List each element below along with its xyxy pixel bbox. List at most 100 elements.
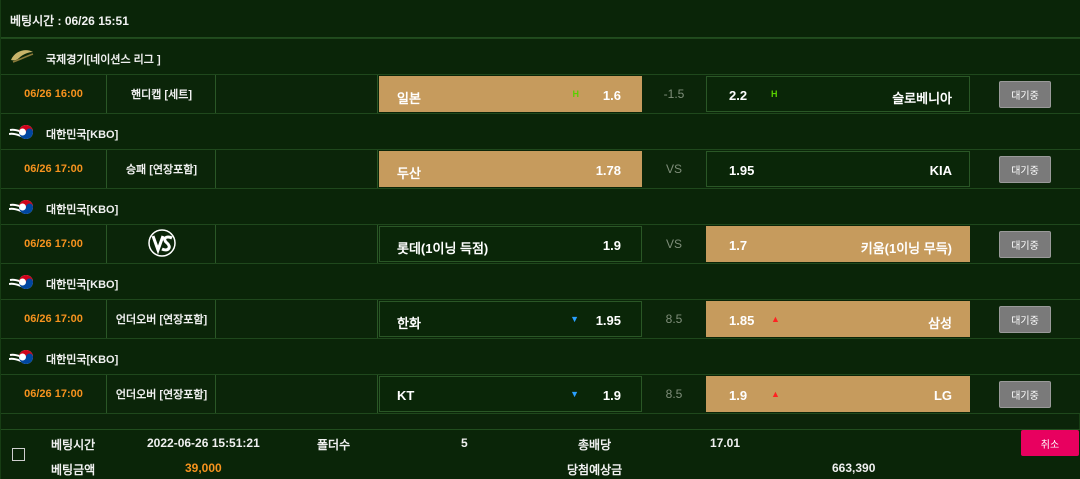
league-header: 대한민국[KBO] xyxy=(1,188,1080,225)
expected-win-value: 663,390 xyxy=(832,461,876,475)
away-odds: 1.95 xyxy=(729,163,755,178)
vs-icon xyxy=(146,228,178,261)
spacer-cell xyxy=(217,75,378,113)
game-time: 06/26 17:00 xyxy=(1,300,107,338)
volleyball-icon xyxy=(9,46,35,68)
bet-type-cell: 승패 [연장포함] xyxy=(108,150,216,188)
handicap-value: -1.5 xyxy=(663,87,685,101)
total-odds-value: 17.01 xyxy=(710,436,741,450)
folders-label: 폴더수 xyxy=(317,438,351,452)
away-team-pick[interactable]: 1.7 키움(1이닝 무득) xyxy=(706,226,970,262)
away-team-pick[interactable]: 1.9 ▲ LG xyxy=(706,376,970,412)
home-team-pick[interactable]: KT ▼ 1.9 xyxy=(379,376,642,412)
arrow-down-icon: ▼ xyxy=(570,314,579,324)
home-team-pick[interactable]: 일본 H 1.6 xyxy=(379,76,642,112)
away-team-pick[interactable]: 2.2 H 슬로베니아 xyxy=(706,76,970,112)
league-header: 대한민국[KBO] xyxy=(1,113,1080,150)
bet-type-label: 핸디캡 [세트] xyxy=(131,89,192,101)
away-odds: 1.85 xyxy=(729,313,755,328)
handicap-value: 8.5 xyxy=(665,312,683,326)
away-team-pick[interactable]: 1.85 ▲ 삼성 xyxy=(706,301,970,337)
bet-slip-panel: 베팅시간 : 06/26 15:51 국제경기[네이션스 리그 ] 06/26 1… xyxy=(0,0,1080,479)
handicap-value: VS xyxy=(665,237,682,251)
game-row: 06/26 17:00 승패 [연장포함] 두산 1.78 VS 1.95 KIA 대기중 xyxy=(1,150,1080,189)
bet-type-label: 승패 [연장포함] xyxy=(125,164,198,176)
league-name: 대한민국[KBO] xyxy=(46,354,119,366)
home-odds: 1.9 xyxy=(602,388,621,403)
league-name: 국제경기[네이션스 리그 ] xyxy=(46,54,161,66)
wait-status-button[interactable]: 대기중 xyxy=(999,306,1051,333)
league-header: 대한민국[KBO] xyxy=(1,263,1080,300)
league-name: 대한민국[KBO] xyxy=(46,129,119,141)
home-odds: 1.78 xyxy=(595,163,621,178)
home-team-pick[interactable]: 롯데(1이닝 득점) 1.9 xyxy=(379,226,642,262)
home-odds: 1.95 xyxy=(595,313,621,328)
bet-type-cell: 핸디캡 [세트] xyxy=(108,75,216,113)
game-time: 06/26 17:00 xyxy=(1,150,107,188)
away-team-pick[interactable]: 1.95 KIA xyxy=(706,151,970,187)
bet-type-label: 언더오버 [연장포함] xyxy=(115,314,208,326)
bet-summary-bar: 베팅시간 2022-06-26 15:51:21 폴더수 5 총배당 17.01… xyxy=(1,429,1080,479)
handicap-indicator-icon: H xyxy=(572,89,580,99)
away-odds: 1.7 xyxy=(729,238,748,253)
handicap-value: 8.5 xyxy=(665,387,683,401)
expected-win-label: 당첨예상금 xyxy=(567,463,623,477)
korea-flag-baseball-icon xyxy=(8,196,35,218)
away-team-name: LG xyxy=(933,388,952,403)
spacer-cell xyxy=(217,300,378,338)
away-odds: 1.9 xyxy=(729,388,748,403)
away-team-name: 삼성 xyxy=(928,316,952,331)
game-time: 06/26 16:00 xyxy=(1,75,107,113)
away-team-name: KIA xyxy=(929,163,952,178)
home-odds: 1.9 xyxy=(602,238,621,253)
cancel-button[interactable]: 취소 xyxy=(1021,430,1079,456)
select-checkbox[interactable] xyxy=(12,448,25,461)
bet-type-cell: 언더오버 [연장포함] xyxy=(108,300,216,338)
arrow-down-icon: ▼ xyxy=(570,389,579,399)
spacer-cell xyxy=(217,150,378,188)
game-time: 06/26 17:00 xyxy=(1,375,107,413)
game-row: 06/26 16:00 핸디캡 [세트] 일본 H 1.6 -1.5 2.2 H 슬로베니아 대기… xyxy=(1,75,1080,114)
home-team-name: 롯데(1이닝 득점) xyxy=(397,241,489,256)
korea-flag-baseball-icon xyxy=(8,346,35,368)
korea-flag-baseball-icon xyxy=(8,121,35,143)
arrow-up-icon: ▲ xyxy=(771,389,780,399)
handicap-value: VS xyxy=(665,162,682,176)
game-row: 06/26 17:00 언더오버 [연장포함] KT ▼ 1.9 8.5 1.9 ▲ LG 대기중 xyxy=(1,375,1080,414)
total-odds-label: 총배당 xyxy=(578,438,612,452)
bet-type-cell: 언더오버 [연장포함] xyxy=(108,375,216,413)
game-row: 06/26 17:00 언더오버 [연장포함] 한화 ▼ 1.95 8.5 1.85 ▲ 삼성 대… xyxy=(1,300,1080,339)
game-time: 06/26 17:00 xyxy=(1,225,107,263)
wait-status-button[interactable]: 대기중 xyxy=(999,231,1051,258)
bet-time-header: 베팅시간 : 06/26 15:51 xyxy=(1,0,1080,38)
spacer-cell xyxy=(217,225,378,263)
away-team-name: 키움(1이닝 무득) xyxy=(860,241,952,256)
home-team-name: 두산 xyxy=(397,166,421,181)
home-team-name: KT xyxy=(397,388,415,403)
wait-status-button[interactable]: 대기중 xyxy=(999,381,1051,408)
arrow-up-icon: ▲ xyxy=(771,314,780,324)
handicap-indicator-icon: H xyxy=(771,89,778,99)
home-team-name: 한화 xyxy=(397,316,421,331)
home-team-pick[interactable]: 두산 1.78 xyxy=(379,151,642,187)
home-odds: 1.6 xyxy=(602,88,621,103)
home-team-name: 일본 xyxy=(397,91,421,106)
korea-flag-baseball-icon xyxy=(8,271,35,293)
bet-time-value: 2022-06-26 15:51:21 xyxy=(147,436,260,450)
league-name: 대한민국[KBO] xyxy=(46,204,119,216)
bet-type-cell xyxy=(108,225,216,263)
bet-time-header-text: 베팅시간 : 06/26 15:51 xyxy=(10,14,129,28)
wait-status-button[interactable]: 대기중 xyxy=(999,156,1051,183)
bet-amount-label: 베팅금액 xyxy=(51,463,96,477)
league-name: 대한민국[KBO] xyxy=(46,279,119,291)
wait-status-button[interactable]: 대기중 xyxy=(999,81,1051,108)
away-odds: 2.2 xyxy=(729,88,748,103)
spacer-cell xyxy=(217,375,378,413)
bet-time-label: 베팅시간 xyxy=(51,438,96,452)
bet-amount-value: 39,000 xyxy=(185,461,222,475)
bet-type-label: 언더오버 [연장포함] xyxy=(115,389,208,401)
folders-value: 5 xyxy=(461,436,468,450)
league-header: 국제경기[네이션스 리그 ] xyxy=(1,38,1080,75)
game-row: 06/26 17:00 롯데(1이닝 득점) 1.9 VS 1.7 키움(1이닝 무득) 대… xyxy=(1,225,1080,264)
home-team-pick[interactable]: 한화 ▼ 1.95 xyxy=(379,301,642,337)
